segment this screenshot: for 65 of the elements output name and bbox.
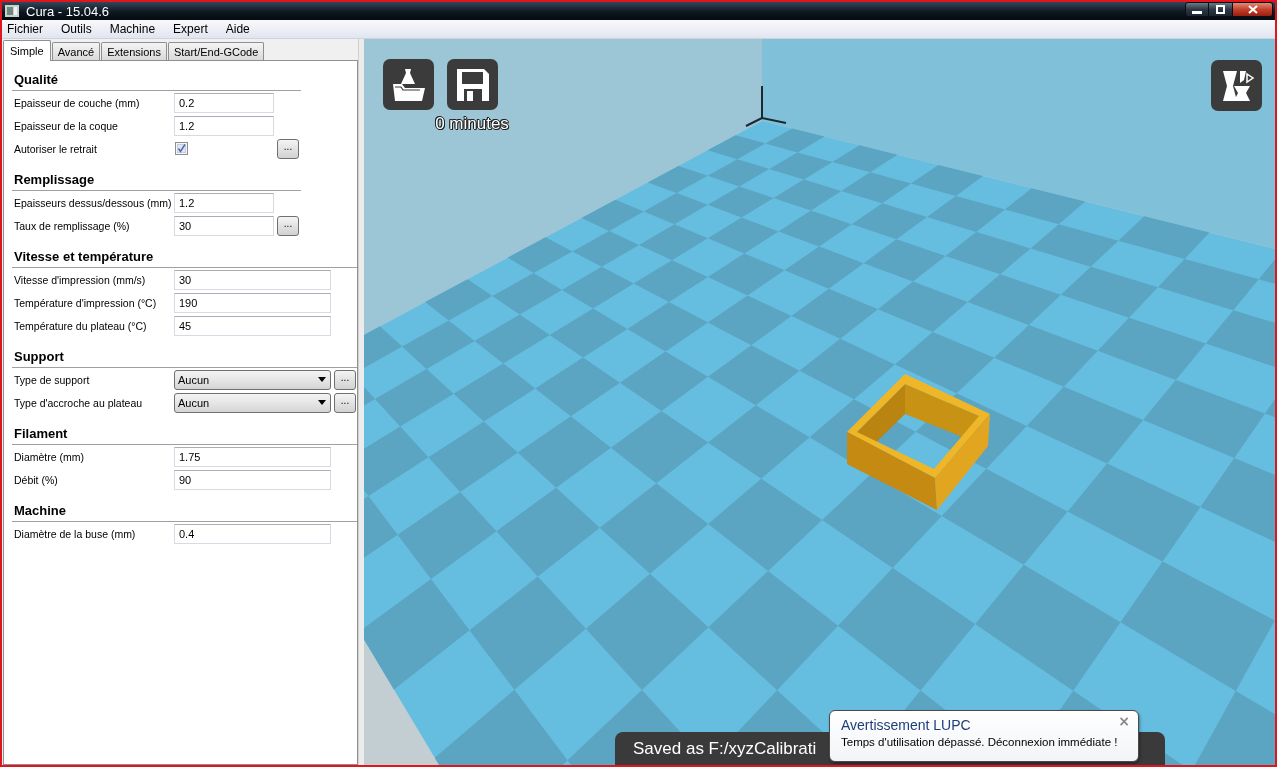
axis-icon xyxy=(745,85,787,127)
text-field[interactable]: 1.75 xyxy=(174,446,331,467)
close-button[interactable] xyxy=(1233,2,1273,17)
app-icon xyxy=(5,5,19,17)
menu-item[interactable]: Fichier xyxy=(2,20,50,38)
load-button[interactable] xyxy=(383,59,434,110)
more-button[interactable]: ... xyxy=(334,369,356,390)
section-heading: Remplissage xyxy=(14,172,95,188)
dropdown-arrow-icon xyxy=(318,400,326,405)
dropdown-arrow-icon xyxy=(318,377,326,382)
text-field[interactable]: 1.2 xyxy=(174,115,274,136)
text-field[interactable]: 1.2 xyxy=(174,192,274,213)
status-message: Saved as F:/xyzCalibrati xyxy=(633,738,817,759)
text-field[interactable]: 90 xyxy=(174,469,331,490)
field-label: Epaisseur de la coque xyxy=(14,119,119,132)
section-heading: Machine xyxy=(14,503,66,519)
text-field[interactable]: 30 xyxy=(174,215,274,236)
text-field[interactable]: 45 xyxy=(174,315,331,336)
maximize-button[interactable] xyxy=(1209,2,1233,17)
field-label: Température du plateau (°C) xyxy=(14,319,148,332)
tab[interactable]: Avancé xyxy=(51,42,101,60)
maximize-icon xyxy=(1216,5,1225,14)
field-label: Autoriser le retrait xyxy=(14,142,98,155)
section-heading: Qualité xyxy=(14,72,59,88)
menu-item[interactable]: Outils xyxy=(56,20,99,38)
text-field[interactable]: 0.2 xyxy=(174,92,274,113)
section-heading: Filament xyxy=(14,426,68,442)
close-icon xyxy=(1247,5,1258,14)
dropdown[interactable]: Aucun xyxy=(174,369,331,390)
more-button[interactable]: ... xyxy=(277,215,299,236)
menu-item[interactable]: Aide xyxy=(220,20,257,38)
minimize-button[interactable] xyxy=(1185,2,1209,17)
field-label: Epaisseur de couche (mm) xyxy=(14,96,141,109)
section-heading: Support xyxy=(14,349,64,365)
save-button[interactable] xyxy=(447,59,498,110)
view-mode-button[interactable] xyxy=(1211,60,1262,111)
more-button[interactable]: ... xyxy=(277,138,299,159)
text-field[interactable]: 0.4 xyxy=(174,523,331,544)
flask-tray-icon xyxy=(391,67,426,102)
tab[interactable]: Extensions xyxy=(101,42,167,60)
field-label: Epaisseurs dessus/dessous (mm) xyxy=(14,196,173,209)
more-button[interactable]: ... xyxy=(334,392,356,413)
window-title: Cura - 15.04.6 xyxy=(26,3,110,19)
tab[interactable]: Start/End-GCode xyxy=(167,42,265,60)
menu-item[interactable]: Machine xyxy=(104,20,163,38)
field-label: Diamètre de la buse (mm) xyxy=(14,527,137,540)
field-label: Type d'accroche au plateau xyxy=(14,396,144,409)
menu-item[interactable]: Expert xyxy=(168,20,215,38)
text-field[interactable]: 30 xyxy=(174,269,331,290)
close-button[interactable]: × xyxy=(1116,713,1132,729)
field-label: Vitesse d'impression (mm/s) xyxy=(14,273,147,286)
field-label: Type de support xyxy=(14,373,91,386)
minimize-icon xyxy=(1192,10,1202,14)
tab[interactable]: Simple xyxy=(3,40,51,61)
text-field[interactable]: 190 xyxy=(174,292,331,313)
checkbox[interactable] xyxy=(175,142,188,155)
dropdown[interactable]: Aucun xyxy=(174,392,331,413)
field-label: Température d'impression (°C) xyxy=(14,296,158,309)
field-label: Taux de remplissage (%) xyxy=(14,219,131,232)
notification-message: Temps d'utilisation dépassé. Déconnexion immédiate ! xyxy=(841,735,1118,750)
notification-title: Avertissement LUPC xyxy=(841,716,971,735)
field-label: Débit (%) xyxy=(14,473,59,486)
field-label: Diamètre (mm) xyxy=(14,450,85,463)
section-heading: Vitesse et température xyxy=(14,249,154,265)
print-time-text: 0 minutes xyxy=(435,114,509,134)
